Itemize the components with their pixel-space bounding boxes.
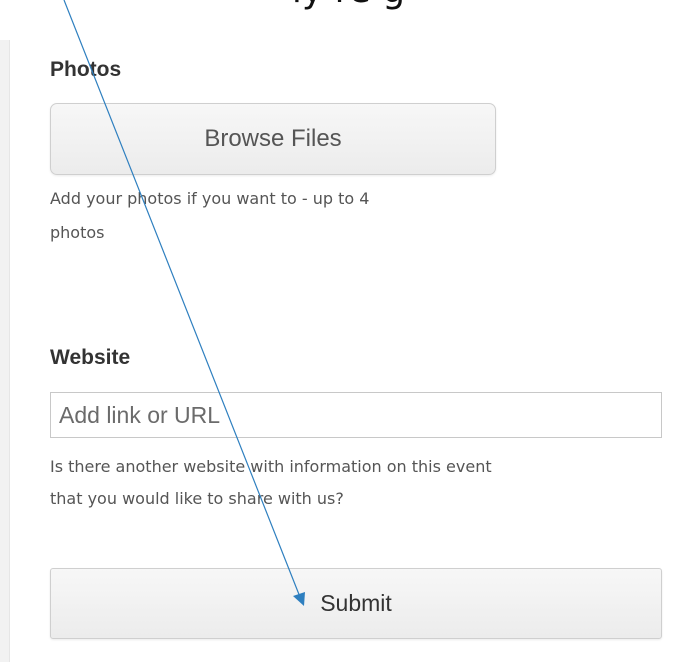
photos-help-line-1: Add your photos if you want to - up to 4 bbox=[50, 189, 370, 208]
website-heading: Website bbox=[50, 346, 131, 369]
website-help-line-2: that you would like to share with us? bbox=[50, 489, 344, 508]
website-url-input[interactable] bbox=[50, 392, 662, 438]
browse-files-button[interactable]: Browse Files bbox=[50, 103, 496, 175]
event-form: Photos Browse Files Add your photos if y… bbox=[0, 0, 697, 662]
photos-help-line-2: photos bbox=[50, 223, 105, 242]
photos-heading: Photos bbox=[50, 58, 122, 81]
website-help-line-1: Is there another website with informatio… bbox=[50, 457, 492, 476]
submit-button[interactable]: Submit bbox=[50, 568, 662, 639]
